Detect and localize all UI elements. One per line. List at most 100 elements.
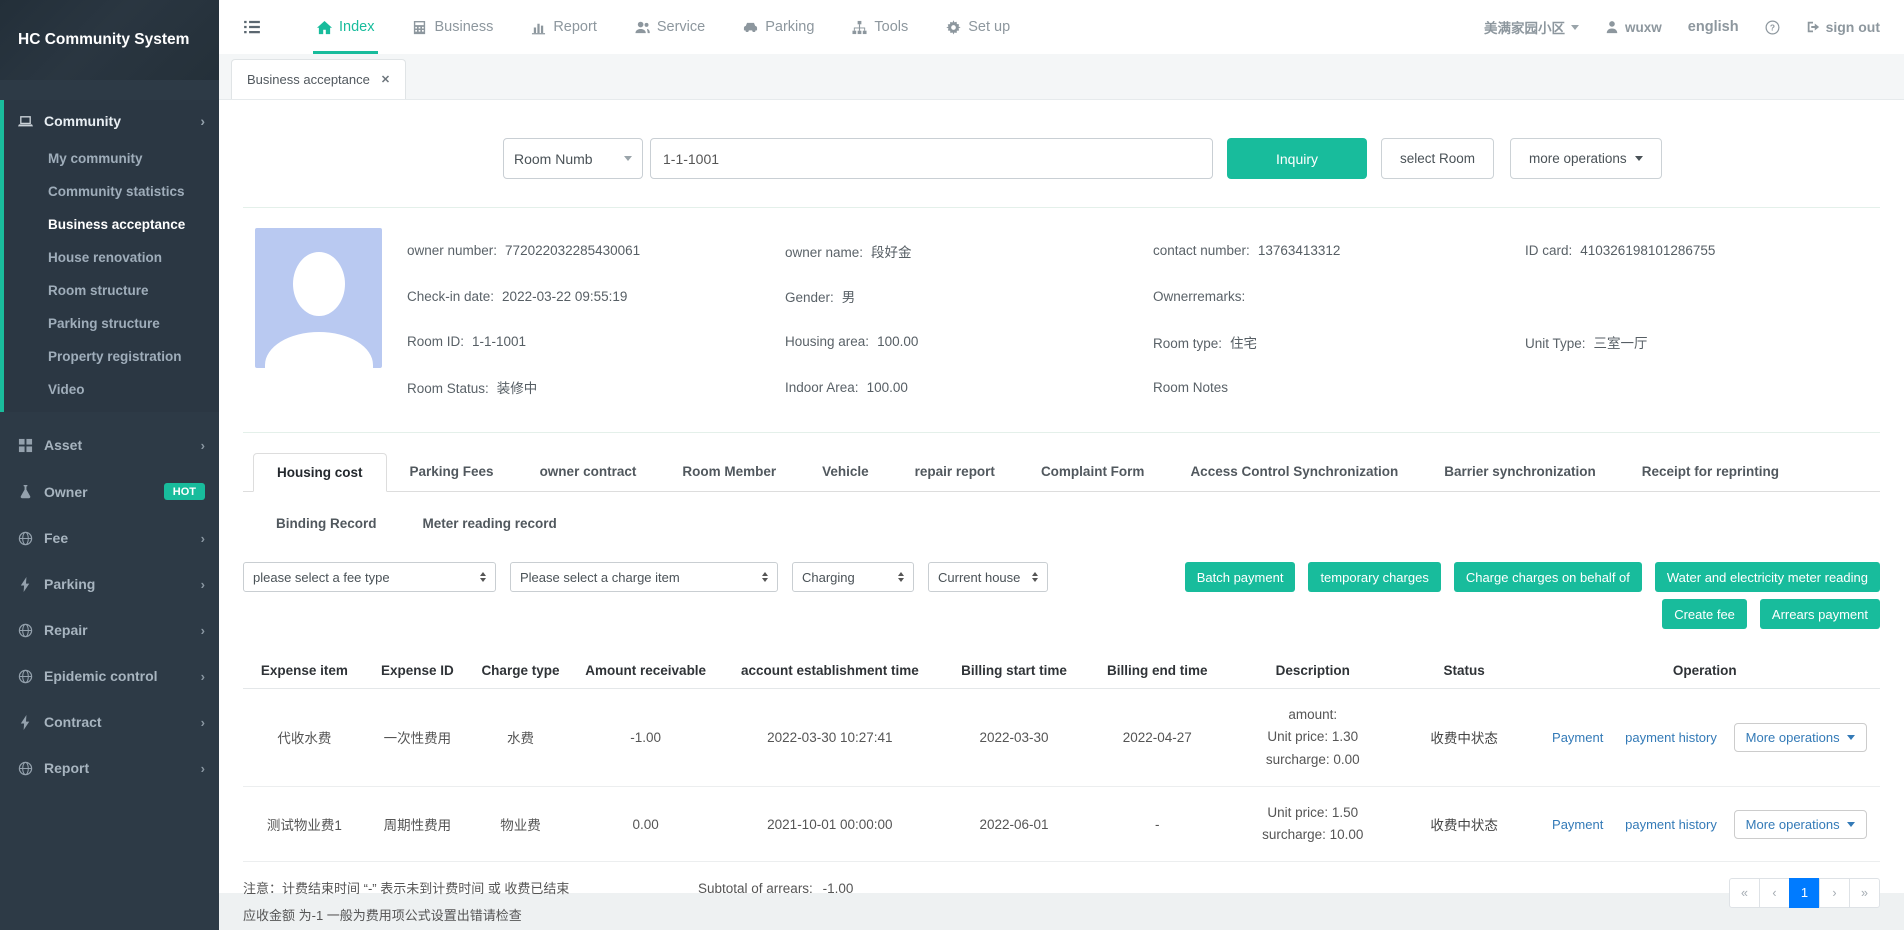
chevron-right-icon: › — [201, 669, 205, 684]
field-unit-type: Unit Type:三室一厅 — [1525, 332, 1880, 352]
search-field-select[interactable]: Room Numb — [503, 138, 643, 179]
sidebar-item-epidemic-control[interactable]: Epidemic control› — [0, 653, 219, 699]
sitemap-icon — [852, 20, 867, 35]
grid-icon — [18, 438, 33, 453]
col-account-time: account establishment time — [719, 653, 940, 689]
meter-reading-button[interactable]: Water and electricity meter reading — [1655, 562, 1880, 592]
field-indoor-area: Indoor Area:100.00 — [785, 380, 1153, 395]
language-toggle[interactable]: english — [1688, 19, 1739, 35]
tab-housing-cost[interactable]: Housing cost — [253, 453, 387, 492]
more-operations-button[interactable]: more operations — [1510, 138, 1662, 179]
sidebar-item-video[interactable]: Video — [4, 373, 219, 406]
select-room-button[interactable]: select Room — [1381, 138, 1494, 179]
fee-filter-bar: please select a fee type Please select a… — [243, 562, 1880, 629]
nav-item-parking[interactable]: Parking — [743, 0, 814, 54]
billing-notes: 注意：计费结束时间 “-” 表示未到计费时间 或 收费已结束 应收金额 为-1 … — [243, 876, 698, 929]
tab-room-member[interactable]: Room Member — [659, 453, 799, 491]
inquiry-button[interactable]: Inquiry — [1227, 138, 1367, 179]
sidebar-item-property-registration[interactable]: Property registration — [4, 340, 219, 373]
create-fee-button[interactable]: Create fee — [1662, 599, 1747, 629]
sidebar-item-asset[interactable]: Asset› — [0, 422, 219, 468]
sidebar-item-house-renovation[interactable]: House renovation — [4, 241, 219, 274]
tab-binding-record[interactable]: Binding Record — [253, 505, 400, 542]
caret-down-icon — [624, 156, 632, 161]
payment-history-link[interactable]: payment history — [1625, 817, 1717, 832]
users-icon — [635, 20, 650, 35]
row-more-operations-button[interactable]: More operations — [1734, 810, 1867, 839]
caret-down-icon — [1571, 25, 1579, 30]
sidebar-item-owner[interactable]: Owner HOT — [0, 468, 219, 515]
batch-payment-button[interactable]: Batch payment — [1185, 562, 1296, 592]
charge-item-select[interactable]: Please select a charge item — [510, 562, 778, 592]
page-next-button[interactable]: › — [1819, 878, 1850, 908]
sidebar-item-room-structure[interactable]: Room structure — [4, 274, 219, 307]
sidebar-item-parking[interactable]: Parking› — [0, 561, 219, 607]
nav-item-index[interactable]: Index — [317, 0, 374, 54]
room-search-input[interactable] — [650, 138, 1213, 179]
caret-down-icon — [1847, 822, 1855, 827]
tab-parking-fees[interactable]: Parking Fees — [387, 453, 517, 491]
sidebar-item-fee[interactable]: Fee› — [0, 515, 219, 561]
arrears-subtotal: Subtotal of arrears: -1.00 — [698, 876, 853, 896]
nav-item-service[interactable]: Service — [635, 0, 705, 54]
page-1-button[interactable]: 1 — [1789, 878, 1820, 908]
fee-type-select[interactable]: please select a fee type — [243, 562, 496, 592]
field-contact-number: contact number:13763413312 — [1153, 243, 1525, 258]
signout-button[interactable]: sign out — [1806, 19, 1880, 35]
tab-meter-reading-record[interactable]: Meter reading record — [400, 505, 580, 542]
page-last-button[interactable]: » — [1849, 878, 1880, 908]
house-scope-select[interactable]: Current house — [928, 562, 1048, 592]
payment-history-link[interactable]: payment history — [1625, 730, 1717, 745]
temporary-charges-button[interactable]: temporary charges — [1308, 562, 1440, 592]
sidebar-item-repair[interactable]: Repair› — [0, 607, 219, 653]
nav-item-report[interactable]: Report — [531, 0, 597, 54]
sidebar-item-parking-structure[interactable]: Parking structure — [4, 307, 219, 340]
nav-item-set-up[interactable]: Set up — [946, 0, 1010, 54]
nav-item-business[interactable]: Business — [412, 0, 493, 54]
tab-barrier-sync[interactable]: Barrier synchronization — [1421, 453, 1619, 491]
caret-down-icon — [1635, 156, 1643, 161]
tab-receipt-reprinting[interactable]: Receipt for reprinting — [1619, 453, 1802, 491]
owner-info-section: owner number:772022032285430061 owner na… — [243, 208, 1880, 432]
tab-owner-contract[interactable]: owner contract — [517, 453, 660, 491]
charging-status-select[interactable]: Charging — [792, 562, 914, 592]
col-operation: Operation — [1530, 653, 1880, 689]
calculator-icon — [412, 20, 427, 35]
hot-badge: HOT — [164, 483, 205, 500]
charge-on-behalf-button[interactable]: Charge charges on behalf of — [1454, 562, 1642, 592]
home-icon — [317, 20, 332, 35]
sidebar-item-report[interactable]: Report› — [0, 745, 219, 791]
sidebar-item-community[interactable]: Community › — [4, 100, 219, 142]
menu-toggle-icon[interactable] — [243, 18, 261, 36]
community-selector[interactable]: 美满家园小区 — [1484, 17, 1579, 37]
table-row: 代收水费 一次性费用 水费 -1.00 2022-03-30 10:27:41 … — [243, 689, 1880, 787]
help-button[interactable]: ? — [1765, 20, 1780, 35]
close-icon[interactable]: ✕ — [381, 73, 390, 86]
bar-chart-icon — [531, 20, 546, 35]
col-billing-end: Billing end time — [1088, 653, 1227, 689]
tab-complaint-form[interactable]: Complaint Form — [1018, 453, 1168, 491]
sidebar-item-business-acceptance[interactable]: Business acceptance — [4, 208, 219, 241]
globe-icon — [18, 623, 33, 638]
user-menu[interactable]: wuxw — [1605, 20, 1662, 35]
row-more-operations-button[interactable]: More operations — [1734, 723, 1867, 752]
tab-business-acceptance[interactable]: Business acceptance ✕ — [231, 59, 406, 99]
tab-vehicle[interactable]: Vehicle — [799, 453, 892, 491]
tab-access-control-sync[interactable]: Access Control Synchronization — [1167, 453, 1421, 491]
page-prev-button[interactable]: ‹ — [1759, 878, 1790, 908]
page-first-button[interactable]: « — [1729, 878, 1760, 908]
payment-link[interactable]: Payment — [1552, 730, 1603, 745]
arrears-payment-button[interactable]: Arrears payment — [1760, 599, 1880, 629]
field-room-id: Room ID:1-1-1001 — [407, 334, 785, 349]
sidebar-item-community-statistics[interactable]: Community statistics — [4, 175, 219, 208]
sidebar-item-my-community[interactable]: My community — [4, 142, 219, 175]
question-circle-icon: ? — [1765, 20, 1780, 35]
fees-table: Expense item Expense ID Charge type Amou… — [243, 653, 1880, 862]
col-charge-type: Charge type — [469, 653, 572, 689]
payment-link[interactable]: Payment — [1552, 817, 1603, 832]
col-billing-start: Billing start time — [940, 653, 1087, 689]
nav-item-tools[interactable]: Tools — [852, 0, 908, 54]
owner-avatar — [255, 228, 382, 368]
sidebar-item-contract[interactable]: Contract› — [0, 699, 219, 745]
tab-repair-report[interactable]: repair report — [892, 453, 1018, 491]
